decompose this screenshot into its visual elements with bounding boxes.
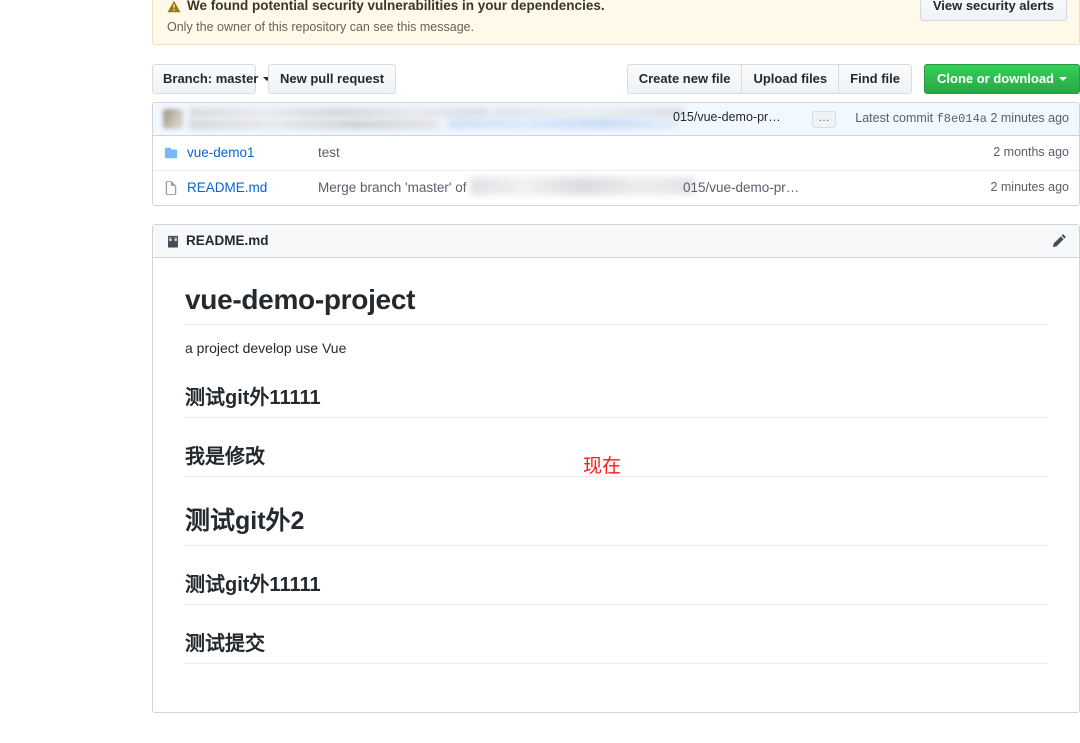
commit-sha[interactable]: f8e014a	[937, 112, 987, 126]
file-name-link[interactable]: vue-demo1	[187, 145, 255, 160]
upload-files-button[interactable]: Upload files	[741, 64, 839, 94]
commit-expand-ellipsis-button[interactable]: …	[812, 111, 836, 128]
left-gutter	[0, 0, 152, 743]
find-file-button[interactable]: Find file	[838, 64, 912, 94]
branch-selector-label: Branch: master	[163, 71, 259, 86]
security-banner-title: We found potential security vulnerabilit…	[187, 0, 605, 13]
github-repository-page: We found potential security vulnerabilit…	[0, 0, 1080, 743]
redacted-commit-text	[189, 120, 439, 129]
red-annotation: 现在	[583, 456, 622, 477]
file-commit-time: 2 months ago	[993, 145, 1069, 159]
security-alert-banner: We found potential security vulnerabilit…	[152, 0, 1080, 45]
redacted-commit-link	[448, 118, 678, 129]
create-new-file-button[interactable]: Create new file	[626, 64, 742, 94]
branch-selector-button[interactable]: Branch: master	[152, 64, 272, 94]
readme-heading: 测试git外2	[185, 501, 1047, 546]
file-list-box: 015/vue-demo-pr… … Latest commit f8e014a…	[152, 102, 1080, 206]
file-commit-message: Merge branch 'master' of	[318, 180, 467, 195]
latest-commit-label: Latest commit	[855, 111, 934, 125]
readme-heading: 测试git外11111	[185, 568, 1047, 605]
file-commit-time: 2 minutes ago	[990, 180, 1069, 194]
readme-title: README.md	[186, 233, 269, 248]
redacted-commit-text	[493, 108, 683, 117]
file-commit-message-tail: 015/vue-demo-pr…	[683, 180, 800, 195]
redacted-commit-text	[189, 108, 489, 117]
commit-message-tail: 015/vue-demo-pr…	[673, 110, 781, 124]
file-name-link[interactable]: README.md	[187, 180, 267, 195]
view-security-alerts-button[interactable]: View security alerts	[919, 0, 1067, 21]
commit-time: 2 minutes ago	[990, 111, 1069, 125]
clone-or-download-label: Clone or download	[937, 71, 1054, 86]
table-row[interactable]: vue-demo1 test 2 months ago	[153, 136, 1079, 171]
readme-paragraph: a project develop use Vue	[185, 340, 347, 356]
file-actions-group: Create new file Upload files Find file C…	[626, 64, 1080, 94]
file-commit-message: test	[318, 145, 340, 160]
book-icon	[168, 235, 178, 249]
file-icon	[165, 181, 177, 195]
readme-heading: 测试git外11111	[185, 381, 1047, 418]
avatar	[163, 109, 183, 129]
alert-triangle-icon	[167, 0, 181, 13]
new-pull-request-button[interactable]: New pull request	[268, 64, 397, 94]
latest-commit-meta: Latest commit f8e014a 2 minutes ago	[855, 111, 1069, 126]
redacted-commit-text	[470, 177, 695, 195]
readme-header: README.md	[153, 225, 1079, 258]
chevron-down-icon	[1059, 77, 1067, 82]
folder-icon	[164, 147, 178, 159]
latest-commit-bar: 015/vue-demo-pr… … Latest commit f8e014a…	[153, 103, 1079, 136]
security-banner-subtitle: Only the owner of this repository can se…	[167, 20, 475, 34]
pencil-icon[interactable]	[1052, 233, 1067, 248]
clone-or-download-button[interactable]: Clone or download	[924, 64, 1080, 94]
repo-toolbar: Branch: master New pull request Create n…	[152, 64, 1080, 98]
readme-heading: vue-demo-project	[185, 284, 1047, 325]
table-row[interactable]: README.md Merge branch 'master' of 015/v…	[153, 171, 1079, 205]
readme-heading: 测试提交	[185, 627, 1047, 664]
